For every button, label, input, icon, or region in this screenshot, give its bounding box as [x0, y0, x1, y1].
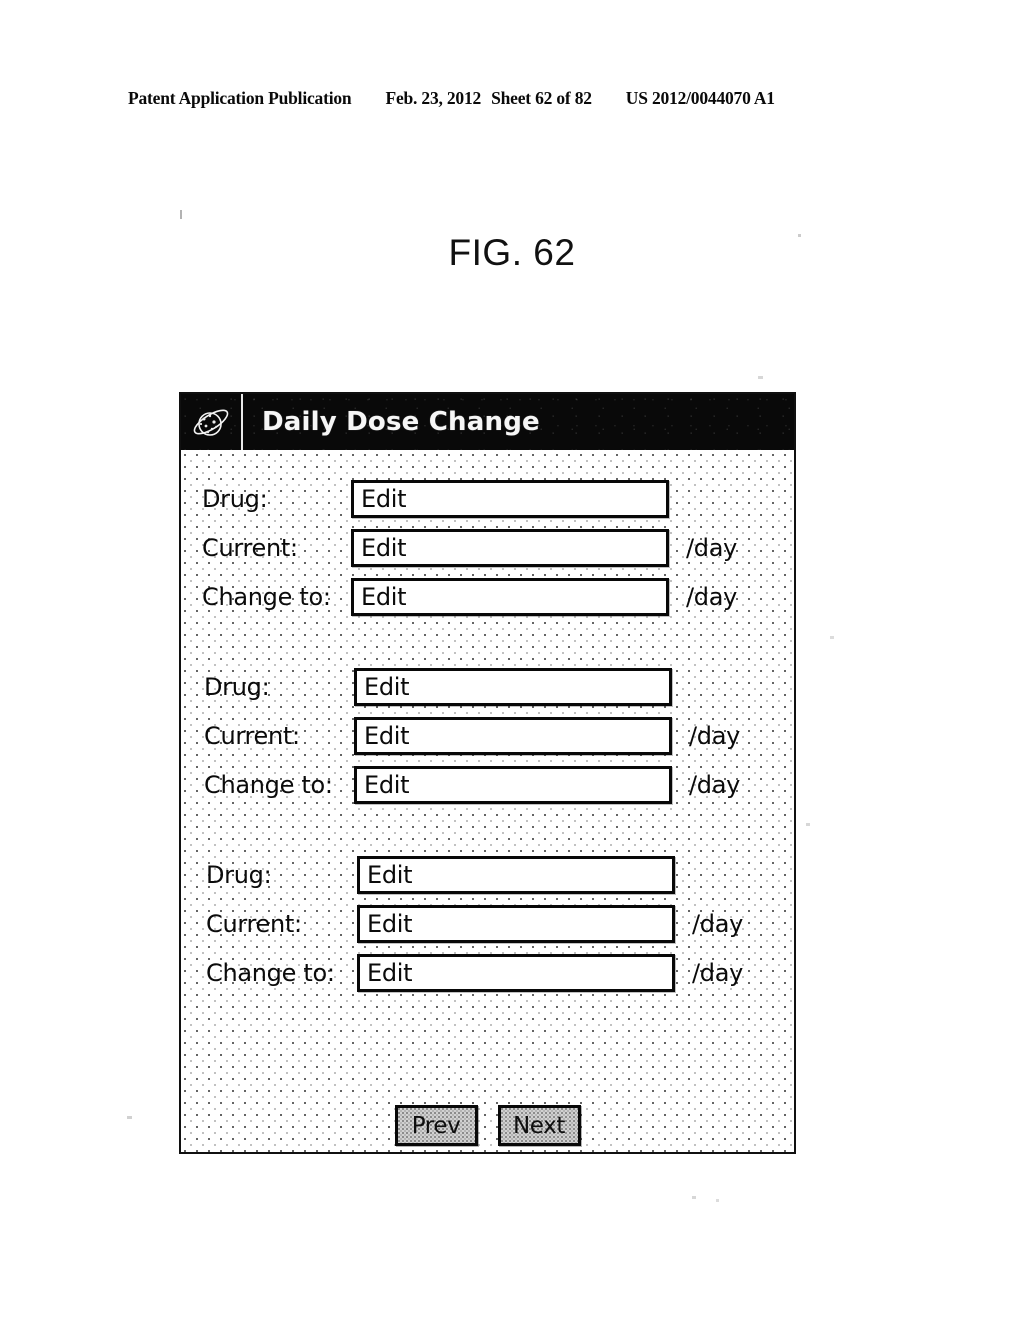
scan-artifact-speck: [758, 376, 763, 379]
drug-row: Drug: Edit: [181, 662, 794, 711]
dialog-title: Daily Dose Change: [262, 407, 540, 437]
current-dose-input[interactable]: Edit: [357, 904, 675, 943]
drug-input[interactable]: Edit: [357, 855, 675, 894]
drug-label: Drug:: [206, 860, 272, 889]
scan-artifact-speck: [127, 1116, 132, 1119]
current-label: Current:: [202, 533, 298, 562]
current-label: Current:: [204, 721, 300, 750]
change-to-row: Change to: Edit /day: [181, 572, 794, 621]
publication-number: US 2012/0044070 A1: [625, 88, 775, 108]
dialog-body: Drug: Edit Current: Edit /day Change to:…: [181, 450, 794, 1152]
daily-dose-change-dialog: Daily Dose Change Drug: Edit Current: Ed…: [179, 392, 796, 1154]
drug-input[interactable]: Edit: [354, 667, 672, 706]
publication-date: Feb. 23, 2012: [385, 88, 482, 108]
prev-button[interactable]: Prev: [394, 1105, 478, 1146]
unit-label: /day: [689, 770, 741, 799]
dose-group-1: Drug: Edit Current: Edit /day Change to:…: [181, 474, 794, 621]
dialog-titlebar: Daily Dose Change: [181, 394, 794, 450]
current-label: Current:: [206, 909, 302, 938]
change-to-label: Change to:: [204, 770, 333, 799]
current-row: Current: Edit /day: [181, 523, 794, 572]
publication-label: Patent Application Publication: [128, 88, 352, 108]
drug-input[interactable]: Edit: [351, 479, 669, 518]
unit-label: /day: [692, 909, 744, 938]
scan-artifact-speck: [806, 823, 810, 826]
unit-label: /day: [686, 533, 738, 562]
dose-group-3: Drug: Edit Current: Edit /day Change to:…: [181, 850, 794, 997]
change-to-dose-input[interactable]: Edit: [354, 765, 672, 804]
scan-artifact-speck: [716, 1199, 719, 1202]
scan-artifact-speck: [830, 636, 834, 639]
unit-label: /day: [692, 958, 744, 987]
drug-label: Drug:: [202, 484, 268, 513]
saturn-planet-icon: [181, 394, 243, 450]
unit-label: /day: [686, 582, 738, 611]
scan-artifact-speck: [180, 210, 182, 219]
drug-label: Drug:: [204, 672, 270, 701]
change-to-row: Change to: Edit /day: [181, 760, 794, 809]
current-dose-input[interactable]: Edit: [354, 716, 672, 755]
change-to-label: Change to:: [206, 958, 335, 987]
dose-group-2: Drug: Edit Current: Edit /day Change to:…: [181, 662, 794, 809]
current-row: Current: Edit /day: [181, 711, 794, 760]
dialog-button-bar: Prev Next: [181, 1105, 794, 1146]
unit-label: /day: [689, 721, 741, 750]
sheet-number: Sheet 62 of 82: [491, 88, 592, 108]
next-button[interactable]: Next: [497, 1105, 581, 1146]
scan-artifact-speck: [692, 1196, 696, 1199]
change-to-label: Change to:: [202, 582, 331, 611]
current-dose-input[interactable]: Edit: [351, 528, 669, 567]
drug-row: Drug: Edit: [181, 474, 794, 523]
current-row: Current: Edit /day: [181, 899, 794, 948]
change-to-row: Change to: Edit /day: [181, 948, 794, 997]
drug-row: Drug: Edit: [181, 850, 794, 899]
change-to-dose-input[interactable]: Edit: [351, 577, 669, 616]
change-to-dose-input[interactable]: Edit: [357, 953, 675, 992]
patent-page-header: Patent Application Publication Feb. 23, …: [128, 88, 898, 109]
figure-caption: FIG. 62: [448, 232, 576, 273]
